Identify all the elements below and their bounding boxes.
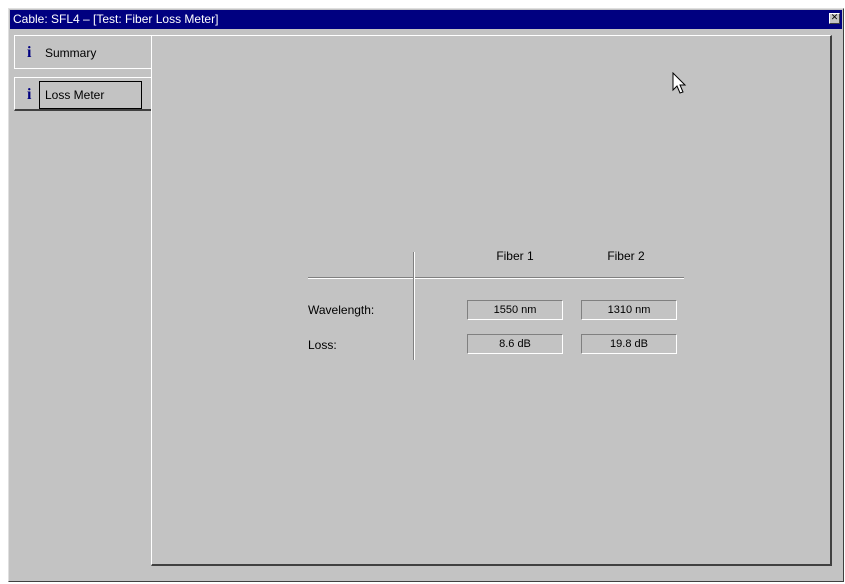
loss-fiber-2-value: 19.8 dB xyxy=(581,334,677,354)
close-icon: ✕ xyxy=(830,13,839,23)
tab-loss-meter[interactable]: i Loss Meter xyxy=(14,77,151,111)
table-horizontal-divider xyxy=(308,277,684,279)
tab-summary-label: Summary xyxy=(45,46,97,60)
mouse-pointer-icon xyxy=(672,72,687,94)
title-bar[interactable]: Cable: SFL4 – [Test: Fiber Loss Meter] ✕ xyxy=(10,10,842,29)
wavelength-fiber-2-value: 1310 nm xyxy=(581,300,677,320)
row-label-wavelength: Wavelength: xyxy=(308,303,375,317)
close-button[interactable]: ✕ xyxy=(829,13,840,24)
tab-loss-meter-label: Loss Meter xyxy=(45,88,105,102)
tab-summary[interactable]: i Summary xyxy=(14,35,151,69)
column-header-fiber-2: Fiber 2 xyxy=(607,249,645,263)
loss-fiber-1-value: 8.6 dB xyxy=(467,334,563,354)
info-icon: i xyxy=(27,44,32,61)
window-title: Cable: SFL4 – [Test: Fiber Loss Meter] xyxy=(13,12,219,26)
info-icon: i xyxy=(27,86,32,103)
column-header-fiber-1: Fiber 1 xyxy=(496,249,534,263)
wavelength-fiber-1-value: 1550 nm xyxy=(467,300,563,320)
row-label-loss: Loss: xyxy=(308,338,337,352)
table-vertical-divider xyxy=(413,252,415,360)
